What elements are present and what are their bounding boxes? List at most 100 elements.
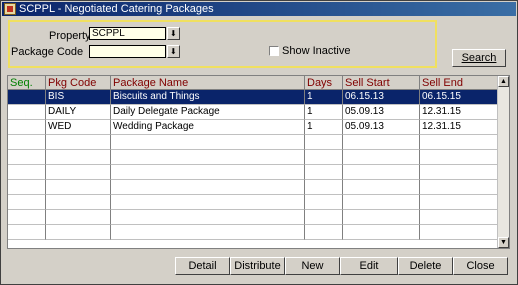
cell-end [420, 225, 499, 240]
cell-seq [8, 150, 46, 165]
table-row[interactable] [8, 165, 501, 180]
column-header-package-name[interactable]: Package Name [111, 76, 305, 90]
cell-seq [8, 195, 46, 210]
cell-end [420, 210, 499, 225]
cell-end [420, 180, 499, 195]
cell-seq [8, 90, 46, 105]
cell-end: 12.31.15 [420, 120, 499, 135]
distribute-button[interactable]: Distribute [230, 257, 285, 275]
cell-name: Daily Delegate Package [111, 105, 305, 120]
cell-seq [8, 135, 46, 150]
property-dropdown-button[interactable]: ⬇ [167, 27, 180, 40]
column-header-sell-start[interactable]: Sell Start [343, 76, 420, 90]
edit-button[interactable]: Edit [340, 257, 398, 275]
detail-button[interactable]: Detail [175, 257, 230, 275]
table-row[interactable]: DAILY Daily Delegate Package 1 05.09.13 12.3… [8, 105, 501, 120]
packages-table: Seq. Pkg Code Package Name Days Sell Sta… [7, 75, 510, 249]
cell-code: BIS [46, 90, 111, 105]
cell-start [343, 210, 420, 225]
cell-code [46, 165, 111, 180]
cell-start: 06.15.13 [343, 90, 420, 105]
cell-end: 06.15.15 [420, 90, 499, 105]
cell-days [305, 210, 343, 225]
cell-code: WED [46, 120, 111, 135]
property-label: Property [49, 30, 91, 42]
cell-name [111, 150, 305, 165]
cell-start [343, 165, 420, 180]
close-button[interactable]: Close [453, 257, 508, 275]
table-row[interactable] [8, 225, 501, 240]
cell-days [305, 180, 343, 195]
cell-code [46, 225, 111, 240]
cell-end [420, 150, 499, 165]
table-row[interactable] [8, 195, 501, 210]
cell-start [343, 135, 420, 150]
window-title: SCPPL - Negotiated Catering Packages [19, 3, 214, 15]
delete-button[interactable]: Delete [398, 257, 453, 275]
cell-end [420, 165, 499, 180]
cell-seq [8, 165, 46, 180]
scroll-down-icon[interactable]: ▼ [498, 237, 509, 248]
table-row[interactable]: WED Wedding Package 1 05.09.13 12.31.15 [8, 120, 501, 135]
cell-days: 1 [305, 90, 343, 105]
cell-seq [8, 105, 46, 120]
column-header-seq[interactable]: Seq. [8, 76, 46, 90]
package-code-dropdown-button[interactable]: ⬇ [167, 45, 180, 58]
property-input[interactable]: SCPPL [89, 27, 166, 40]
table-row[interactable]: BIS Biscuits and Things 1 06.15.13 06.15.15 [8, 90, 501, 105]
cell-seq [8, 210, 46, 225]
cell-name [111, 165, 305, 180]
table-row[interactable] [8, 210, 501, 225]
main-window: SCPPL - Negotiated Catering Packages Pro… [0, 0, 518, 285]
column-header-days[interactable]: Days [305, 76, 343, 90]
table-row[interactable] [8, 150, 501, 165]
cell-end [420, 135, 499, 150]
package-code-input[interactable] [89, 45, 166, 58]
dropdown-arrow-icon: ⬇ [170, 29, 177, 38]
cell-days [305, 150, 343, 165]
cell-name [111, 225, 305, 240]
cell-days [305, 225, 343, 240]
cell-start [343, 180, 420, 195]
cell-start [343, 225, 420, 240]
filter-panel [8, 20, 437, 68]
cell-start [343, 150, 420, 165]
cell-days [305, 195, 343, 210]
cell-name: Wedding Package [111, 120, 305, 135]
cell-seq [8, 225, 46, 240]
cell-start: 05.09.13 [343, 120, 420, 135]
cell-code [46, 210, 111, 225]
package-code-label: Package Code [11, 46, 84, 58]
dropdown-arrow-icon: ⬇ [170, 47, 177, 56]
scroll-up-icon[interactable]: ▲ [498, 76, 509, 87]
cell-days: 1 [305, 120, 343, 135]
cell-name [111, 210, 305, 225]
show-inactive-checkbox[interactable] [269, 46, 279, 56]
column-header-pkg-code[interactable]: Pkg Code [46, 76, 111, 90]
cell-seq [8, 120, 46, 135]
table-row[interactable] [8, 180, 501, 195]
cell-name [111, 195, 305, 210]
column-header-sell-end[interactable]: Sell End [420, 76, 499, 90]
cell-code [46, 150, 111, 165]
cell-name [111, 135, 305, 150]
show-inactive-label: Show Inactive [282, 45, 351, 57]
vertical-scrollbar[interactable]: ▲ ▼ [497, 76, 509, 248]
cell-name [111, 180, 305, 195]
app-icon [4, 3, 16, 15]
cell-end [420, 195, 499, 210]
cell-end: 12.31.15 [420, 105, 499, 120]
cell-name: Biscuits and Things [111, 90, 305, 105]
cell-start: 05.09.13 [343, 105, 420, 120]
cell-start [343, 195, 420, 210]
title-bar: SCPPL - Negotiated Catering Packages [2, 2, 516, 16]
cell-code [46, 195, 111, 210]
cell-code [46, 135, 111, 150]
table-row[interactable] [8, 135, 501, 150]
cell-code [46, 180, 111, 195]
cell-days: 1 [305, 105, 343, 120]
new-button[interactable]: New [285, 257, 340, 275]
cell-days [305, 165, 343, 180]
cell-code: DAILY [46, 105, 111, 120]
search-button[interactable]: Search [452, 49, 506, 67]
